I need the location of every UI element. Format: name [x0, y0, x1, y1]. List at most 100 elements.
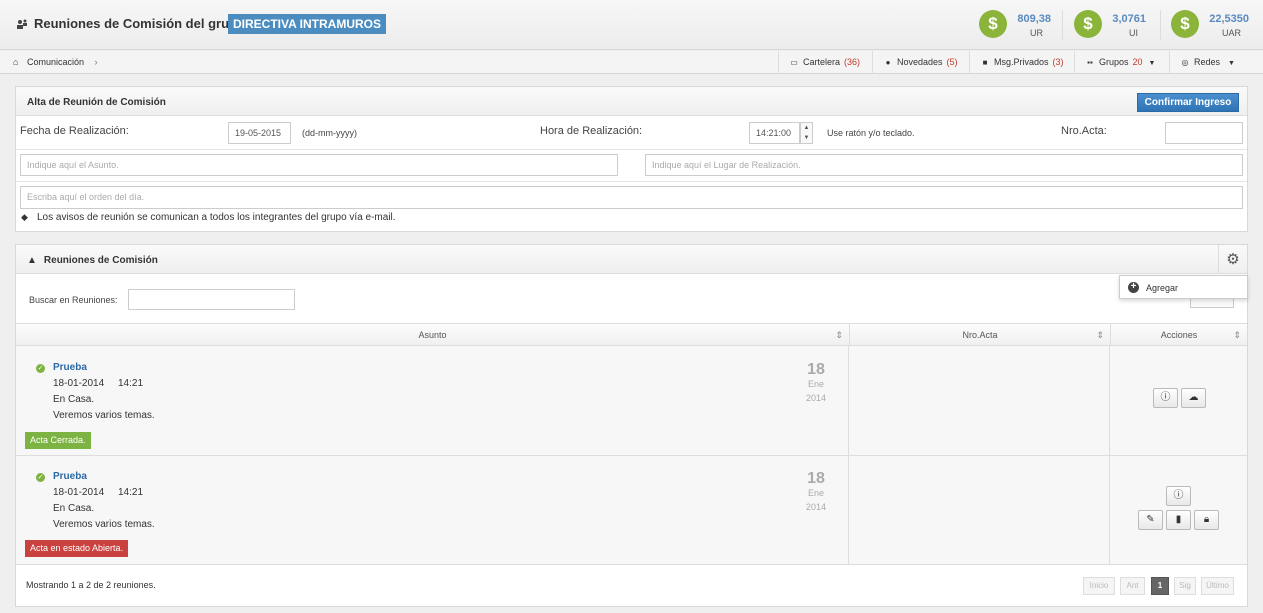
meeting-agenda: Veremos varios temas. [53, 519, 155, 530]
spin-up-icon[interactable]: ▲ [801, 123, 812, 133]
time-field[interactable]: 14:21:00 [749, 122, 800, 144]
pager-last[interactable]: Último [1201, 577, 1234, 595]
check-icon: ✓ [36, 364, 45, 373]
menu-item-add[interactable]: Agregar [1146, 283, 1178, 293]
spin-down-icon[interactable]: ▼ [801, 133, 812, 143]
divider [1062, 10, 1063, 40]
nav-novedades[interactable]: ● Novedades (5) [872, 51, 969, 74]
meeting-time: 14:21 [118, 487, 144, 498]
time-label: Hora de Realización: [540, 125, 643, 137]
divider [848, 346, 849, 565]
currency-value: 809,38 [1017, 13, 1051, 25]
settings-dropdown: + Agregar [1119, 275, 1248, 299]
divider [16, 181, 1247, 182]
lock-icon: ■ [982, 58, 988, 67]
acta-number-field[interactable] [1165, 122, 1243, 144]
nav-grupos[interactable]: ▪▪ Grupos 20 ▼ [1074, 51, 1169, 74]
users-icon [17, 19, 27, 29]
time-spinner[interactable]: ▲ ▼ [800, 122, 813, 144]
pager-next[interactable]: Sig [1174, 577, 1196, 595]
check-icon: ✓ [36, 473, 45, 482]
currency-value: 3,0761 [1112, 13, 1146, 25]
sort-icon: ⇕ [835, 330, 843, 340]
currency-unit: UR [1030, 28, 1043, 38]
pager-first[interactable]: Inicio [1083, 577, 1115, 595]
lock-icon[interactable]: 🔒︎ [1194, 510, 1219, 530]
meeting-place: En Casa. [53, 503, 95, 514]
bell-icon: ◆ [21, 212, 28, 222]
currency-uar: $ 22,5350 UAR [1171, 10, 1249, 40]
column-header-acciones[interactable]: Acciones ⇕ [1110, 323, 1247, 346]
currency-ui: $ 3,0761 UI [1074, 10, 1146, 40]
cloud-download-icon[interactable]: ☁ [1181, 388, 1206, 408]
panel-header: Alta de Reunión de Comisión Confirmar In… [16, 87, 1247, 116]
new-meeting-panel: Alta de Reunión de Comisión Confirmar In… [15, 86, 1248, 232]
date-hint: (dd-mm-yyyy) [302, 128, 357, 138]
meeting-place: En Casa. [53, 394, 95, 405]
divider [1160, 10, 1161, 40]
chevron-down-icon: ▼ [1148, 60, 1156, 67]
pencil-icon[interactable]: ✎ [1138, 510, 1163, 530]
panel-header: ▲ Reuniones de Comisión ⚙ [16, 245, 1247, 274]
meeting-title[interactable]: Prueba [53, 362, 87, 373]
meeting-title[interactable]: Prueba [53, 471, 87, 482]
meeting-agenda: Veremos varios temas. [53, 410, 155, 421]
time-hint: Use ratón y/o teclado. [827, 128, 915, 138]
pager-page[interactable]: 1 [1151, 577, 1169, 595]
sort-icon: ⇕ [1233, 330, 1241, 340]
top-bar: Reuniones de Comisión del grupo DIRECTIV… [0, 0, 1263, 50]
bell-icon: ▲ [27, 255, 37, 266]
panel-title: Alta de Reunión de Comisión [27, 97, 166, 108]
plus-circle-icon: + [1128, 282, 1139, 293]
home-icon: ⌂ [13, 57, 19, 67]
divider [16, 149, 1247, 150]
nav-cartelera[interactable]: ▭ Cartelera (36) [778, 51, 872, 74]
meeting-time: 14:21 [118, 378, 144, 389]
agenda-textarea[interactable]: Escriba aquí el orden del día. [20, 186, 1243, 209]
chevron-right-icon: › [94, 57, 98, 67]
panel-title: ▲ Reuniones de Comisión [27, 255, 158, 266]
news-icon: ● [885, 58, 891, 67]
board-icon: ▭ [790, 58, 798, 67]
currency-ur: $ 809,38 UR [979, 10, 1051, 40]
breadcrumb-item: Comunicación [26, 57, 84, 67]
group-badge[interactable]: DIRECTIVA INTRAMUROS [228, 14, 386, 34]
email-note: ◆ Los avisos de reunión se comunican a to… [21, 212, 396, 223]
currency-unit: UI [1129, 28, 1138, 38]
grid-icon: ▪▪ [1087, 58, 1093, 67]
acta-label: Nro.Acta: [1061, 125, 1107, 137]
meeting-date: 18-01-2014 [53, 378, 105, 389]
date-box: 18 Ene 2014 [805, 361, 827, 404]
page-title: Reuniones de Comisión del grupo [34, 16, 245, 31]
date-box: 18 Ene 2014 [805, 470, 827, 513]
table-row: ✓ Prueba 18-01-2014 14:21 En Casa. Verem… [16, 456, 1247, 565]
status-badge: Acta Cerrada. [25, 432, 91, 449]
info-icon[interactable]: ⓘ [1166, 486, 1191, 506]
date-label: Fecha de Realización: [20, 125, 129, 137]
search-label: Buscar en Reuniones: [29, 295, 118, 305]
dollar-icon: $ [1171, 10, 1199, 38]
info-icon[interactable]: ⓘ [1153, 388, 1178, 408]
pager-prev[interactable]: Ant [1120, 577, 1145, 595]
confirm-button[interactable]: Confirmar Ingreso [1137, 93, 1239, 112]
place-input[interactable]: Indique aquí el Lugar de Realización. [645, 154, 1243, 176]
column-header-asunto[interactable]: Asunto ⇕ [16, 323, 849, 346]
nav-redes[interactable]: ◎ Redes ▼ [1169, 51, 1247, 74]
status-badge: Acta en estado Abierta. [25, 540, 129, 557]
nav-msg-privados[interactable]: ■ Msg.Privados (3) [969, 51, 1074, 74]
search-input[interactable] [128, 289, 295, 310]
divider [1109, 346, 1110, 565]
book-icon[interactable]: ▮ [1166, 510, 1191, 530]
nav-bar: ⌂ Comunicación › ▭ Cartelera (36) ● Novedad… [0, 51, 1263, 74]
subject-input[interactable]: Indique aquí el Asunto. [20, 154, 618, 176]
dollar-icon: $ [979, 10, 1007, 38]
meetings-panel: ▲ Reuniones de Comisión ⚙ Buscar en Reuni… [15, 244, 1248, 607]
column-header-acta[interactable]: Nro.Acta ⇕ [849, 323, 1110, 346]
meeting-date: 18-01-2014 [53, 487, 105, 498]
table-row: ✓ Prueba 18-01-2014 14:21 En Casa. Verem… [16, 346, 1247, 456]
breadcrumb[interactable]: ⌂ Comunicación › [13, 57, 98, 67]
date-field[interactable]: 19-05-2015 [228, 122, 291, 144]
table-info: Mostrando 1 a 2 de 2 reuniones. [26, 580, 156, 590]
currency-unit: UAR [1221, 28, 1241, 38]
gear-icon[interactable]: ⚙ [1218, 245, 1247, 274]
